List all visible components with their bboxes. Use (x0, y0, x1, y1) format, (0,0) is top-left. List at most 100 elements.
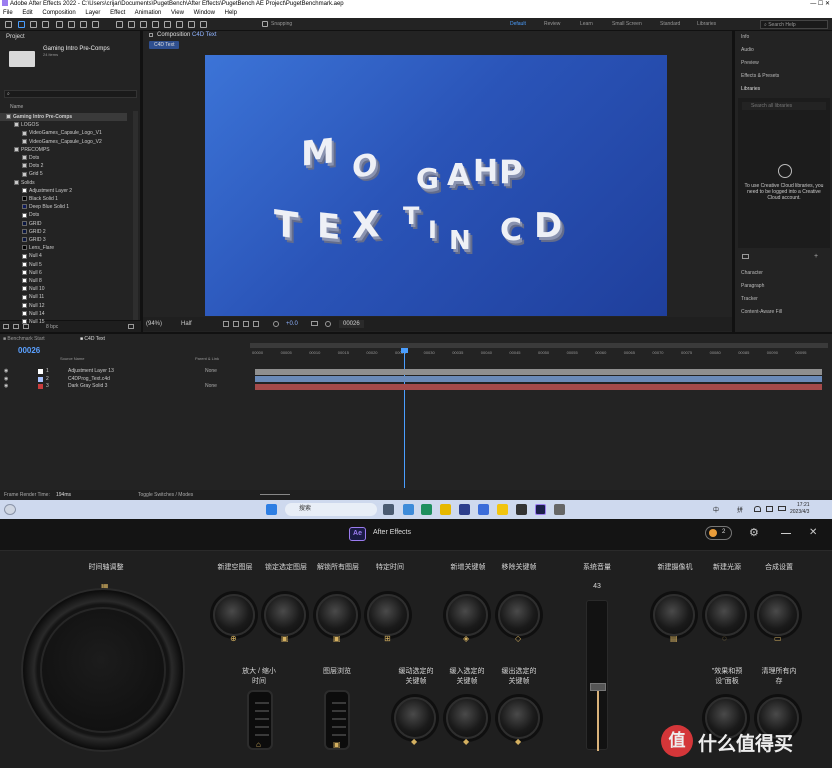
edge-icon[interactable] (403, 504, 414, 515)
project-item[interactable]: Adjustment Layer 2 (22, 187, 72, 195)
project-col-name[interactable]: Name (10, 104, 23, 110)
comp-settings-knob[interactable] (757, 594, 799, 636)
project-item[interactable]: Null 12 (22, 302, 45, 310)
workspace-default[interactable]: Default (510, 21, 526, 27)
project-item[interactable]: Null 11 (22, 293, 44, 301)
toggle-switches-modes[interactable]: Toggle Switches / Modes (138, 492, 193, 498)
menu-help[interactable]: Help (225, 10, 237, 16)
rotate-tool-icon[interactable] (56, 21, 63, 28)
ease-in-knob[interactable] (446, 697, 488, 739)
pan-behind-tool-icon[interactable] (80, 21, 87, 28)
project-item[interactable]: PRECOMPS (14, 146, 50, 154)
project-search-input[interactable]: ⌕ (4, 90, 137, 98)
project-item[interactable]: Null 10 (22, 285, 45, 293)
interpret-footage-icon[interactable] (3, 324, 9, 329)
file-explorer-icon[interactable] (440, 504, 451, 515)
layer-parent-select[interactable]: None (205, 368, 217, 375)
notification-badge[interactable]: 2 (705, 526, 732, 540)
visibility-eye-icon[interactable]: ◉ (4, 376, 8, 383)
composition-viewer[interactable]: M O G A H P T E X T I N C D (205, 55, 667, 316)
project-item[interactable]: Null 14 (22, 310, 45, 318)
project-item[interactable]: LOGOS (14, 121, 39, 129)
window-controls[interactable]: — ☐ ✕ (810, 0, 830, 7)
menu-file[interactable]: File (3, 10, 13, 16)
help-search-input[interactable]: ⌕ Search Help (760, 20, 828, 29)
new-light-knob[interactable] (705, 594, 747, 636)
time-ruler[interactable]: 0000000005000100001500020000250003000035… (252, 350, 822, 358)
layer-row[interactable]: ◉ 2 C4DProg_Text.c4d (0, 376, 250, 383)
close-icon[interactable]: ✕ (809, 527, 817, 539)
pen-tool-icon[interactable] (128, 21, 135, 28)
menu-window[interactable]: Window (194, 10, 215, 16)
hand-tool-icon[interactable] (30, 21, 37, 28)
project-item[interactable]: Null 5 (22, 261, 42, 269)
layer-row[interactable]: ◉ 1 Adjustment Layer 13 None (0, 368, 250, 375)
panel-info[interactable]: Info (741, 34, 749, 40)
specific-time-knob[interactable] (367, 594, 409, 636)
project-item[interactable]: Dots 2 (22, 162, 43, 170)
notes-icon[interactable] (497, 504, 508, 515)
trash-icon[interactable] (128, 324, 134, 329)
timeline-timecode[interactable]: 00026 (18, 346, 40, 355)
lock-layer-knob[interactable] (264, 594, 306, 636)
remove-keyframe-knob[interactable] (498, 594, 540, 636)
volume-handle[interactable] (590, 682, 606, 691)
layer-duration-bar[interactable] (255, 383, 822, 390)
panel-paragraph[interactable]: Paragraph (741, 283, 764, 289)
menu-effect[interactable]: Effect (110, 10, 125, 16)
zoom-slider[interactable] (260, 494, 290, 495)
minimize-icon[interactable] (781, 533, 791, 534)
menu-layer[interactable]: Layer (85, 10, 100, 16)
panel-libraries[interactable]: Libraries (741, 86, 760, 92)
menu-composition[interactable]: Composition (42, 10, 75, 16)
layer-duration-bar[interactable] (255, 376, 822, 382)
composition-tab-label[interactable]: Composition C4D Text (157, 31, 217, 39)
zoom-tool-icon[interactable] (42, 21, 49, 28)
brush-tool-icon[interactable] (152, 21, 159, 28)
panel-audio[interactable]: Audio (741, 47, 754, 53)
widgets-icon[interactable] (4, 504, 16, 515)
workspace-small-screen[interactable]: Small Screen (612, 21, 642, 27)
zoom-select[interactable]: (94%) (146, 320, 162, 328)
timeline-col-parent[interactable]: Parent & Link (195, 356, 219, 361)
app-icon[interactable] (516, 504, 527, 515)
project-item[interactable]: GRID 2 (22, 228, 46, 236)
ime-indicator[interactable]: 拼 (737, 505, 743, 514)
layer-name[interactable]: Adjustment Layer 13 (68, 368, 114, 375)
project-item[interactable]: Lens_Flare (22, 244, 54, 252)
mask-visibility-icon[interactable] (243, 321, 249, 327)
snapping-checkbox[interactable] (262, 21, 268, 27)
project-item[interactable]: Null 4 (22, 252, 42, 260)
layer-duration-bar[interactable] (255, 368, 822, 375)
project-item[interactable]: Deep Blue Solid 1 (22, 203, 69, 211)
visibility-eye-icon[interactable]: ◉ (4, 383, 8, 390)
taskbar-search-input[interactable]: 搜索 (285, 503, 377, 516)
home-icon[interactable] (5, 21, 12, 28)
project-item[interactable]: Null 6 (22, 269, 42, 277)
viewer-timecode[interactable]: 00026 (339, 320, 364, 328)
eraser-tool-icon[interactable] (176, 21, 183, 28)
region-of-interest-icon[interactable] (223, 321, 229, 327)
snapshot-icon[interactable] (311, 321, 318, 326)
unlock-all-knob[interactable] (316, 594, 358, 636)
task-view-icon[interactable] (383, 504, 394, 515)
menu-view[interactable]: View (171, 10, 184, 16)
app-icon[interactable] (478, 504, 489, 515)
project-item[interactable]: Gaming Intro Pre-Comps (0, 113, 127, 121)
app-icon[interactable] (459, 504, 470, 515)
project-tab[interactable]: Project (6, 33, 25, 41)
add-keyframe-knob[interactable] (446, 594, 488, 636)
playhead-handle[interactable] (401, 348, 408, 353)
clock-date[interactable]: 2023/4/3 (790, 509, 809, 515)
rectangle-tool-icon[interactable] (116, 21, 123, 28)
resolution-select[interactable]: Half (181, 320, 192, 328)
volume-icon[interactable] (766, 506, 773, 512)
start-windows-icon[interactable] (266, 504, 277, 515)
color-channel-icon[interactable] (273, 321, 279, 327)
transparency-grid-icon[interactable] (233, 321, 239, 327)
libraries-search-input[interactable]: Search all libraries (742, 102, 826, 110)
comp-breadcrumb[interactable]: C4D Text (149, 41, 180, 49)
layer-label-color[interactable] (38, 384, 43, 389)
lock-icon[interactable] (149, 33, 153, 37)
volume-slider[interactable] (586, 600, 608, 751)
